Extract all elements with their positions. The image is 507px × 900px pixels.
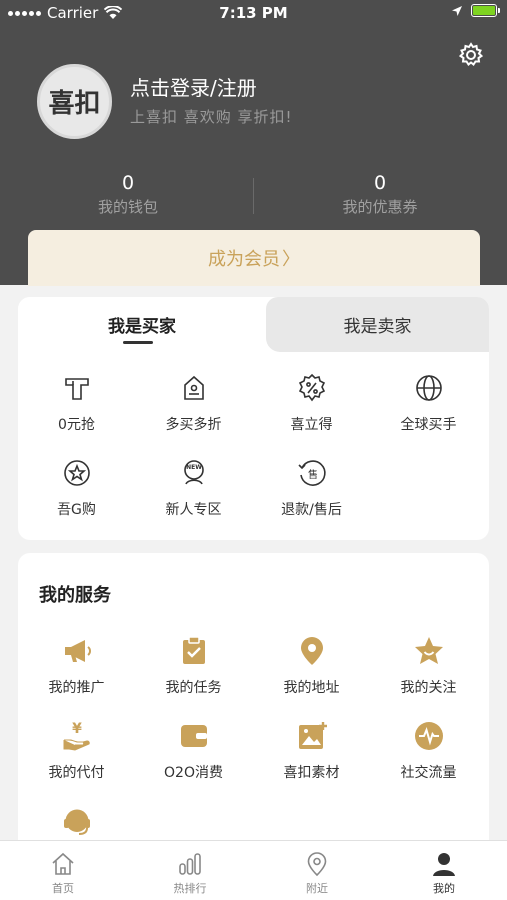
globe-icon [411, 370, 447, 406]
buyer-item-xilide[interactable]: 喜立得 [253, 370, 370, 434]
coupon-label: 我的优惠券 [342, 198, 418, 216]
megaphone-icon [59, 633, 95, 669]
wallet-icon [176, 718, 212, 754]
role-tabs: 我是卖家 我是买家 [18, 297, 489, 352]
buyer-item-label: 多买多折 [165, 417, 222, 433]
percent-badge-icon [294, 370, 330, 406]
bottom-tab-bar: 首页 热排行 附近 我的 [0, 840, 507, 900]
wallet-stat[interactable]: 0 我的钱包 [28, 172, 228, 217]
buyer-item-label: 吾G购 [57, 502, 96, 518]
bar-chart-icon [176, 850, 204, 878]
buyer-item-refund[interactable]: 售 退款/售后 [253, 455, 370, 519]
buyer-card: 我是卖家 我是买家 0元抢 多买多折 喜立得 全球买手 吾G购 NEW 新人专区… [18, 297, 489, 540]
person-icon [430, 850, 458, 878]
service-item-label: 我的关注 [400, 680, 457, 696]
wallet-label: 我的钱包 [97, 198, 158, 216]
settings-gear-icon[interactable] [458, 42, 484, 68]
buyer-item-global-buyer[interactable]: 全球买手 [370, 370, 487, 434]
tab-hot-ranking-label: 热排行 [173, 882, 207, 895]
services-title: 我的服务 [39, 585, 111, 606]
tab-home-label: 首页 [52, 882, 74, 895]
buyer-item-label: 新人专区 [165, 502, 222, 518]
pulse-circle-icon [411, 718, 447, 754]
buyer-item-zero-grab[interactable]: 0元抢 [18, 370, 135, 434]
services-card: 我的服务 我的推广 我的任务 我的地址 我的关注 ¥ 我的代付 O2O消费 喜扣… [18, 553, 489, 853]
service-item-follows[interactable]: 我的关注 [370, 633, 487, 697]
service-item-social-traffic[interactable]: 社交流量 [370, 718, 487, 782]
buyer-item-label: 0元抢 [58, 417, 95, 433]
service-item-label: 喜扣素材 [283, 765, 340, 781]
tab-mine-label: 我的 [433, 882, 455, 895]
image-add-icon [294, 718, 330, 754]
location-arrow-icon [452, 5, 462, 16]
login-register-link[interactable]: 点击登录/注册 [130, 72, 257, 101]
tab-buyer-label: 我是买家 [108, 317, 176, 337]
wallet-value: 0 [121, 172, 135, 194]
zero-price-icon [59, 370, 95, 406]
headset-icon [59, 803, 95, 839]
svg-text:售: 售 [308, 468, 318, 481]
buyer-item-multi-discount[interactable]: 多买多折 [135, 370, 252, 434]
service-item-promotion[interactable]: 我的推广 [18, 633, 135, 697]
buyer-item-label: 全球买手 [400, 417, 457, 433]
member-label: 成为会员 [208, 249, 280, 270]
tab-nearby[interactable]: 附近 [254, 841, 380, 900]
new-user-icon: NEW [176, 455, 212, 491]
tab-mine[interactable]: 我的 [381, 841, 507, 900]
home-icon [49, 850, 77, 878]
location-pin-icon [294, 633, 330, 669]
tab-hot-ranking[interactable]: 热排行 [127, 841, 253, 900]
buyer-item-label: 退款/售后 [281, 502, 342, 518]
service-item-label: 我的地址 [283, 680, 340, 696]
service-item-label: 我的任务 [165, 680, 222, 696]
tab-nearby-label: 附近 [306, 882, 328, 895]
stat-divider [253, 178, 254, 214]
yen-hand-icon: ¥ [59, 718, 95, 754]
service-item-address[interactable]: 我的地址 [253, 633, 370, 697]
buyer-item-new-user[interactable]: NEW 新人专区 [135, 455, 252, 519]
status-time: 7:13 PM [219, 4, 288, 22]
tab-active-indicator [123, 341, 153, 344]
become-member-button[interactable]: 成为会员 〉 [28, 230, 480, 286]
service-item-materials[interactable]: 喜扣素材 [253, 718, 370, 782]
shop-discount-icon [176, 370, 212, 406]
chevron-right-icon: 〉 [282, 249, 300, 270]
service-item-tasks[interactable]: 我的任务 [135, 633, 252, 697]
refund-icon: 售 [294, 455, 330, 491]
service-item-proxy-pay[interactable]: ¥ 我的代付 [18, 718, 135, 782]
service-item-label: O2O消费 [164, 765, 223, 781]
battery-icon [471, 4, 500, 17]
svg-text:NEW: NEW [186, 464, 202, 471]
avatar-logo: 喜扣 [48, 89, 101, 119]
coupon-stat[interactable]: 0 我的优惠券 [280, 172, 480, 217]
service-item-label: 我的代付 [48, 765, 105, 781]
coupon-value: 0 [373, 172, 387, 194]
tab-seller[interactable]: 我是卖家 [266, 297, 489, 352]
avatar[interactable]: 喜扣 [37, 64, 112, 139]
tab-home[interactable]: 首页 [0, 841, 126, 900]
buyer-item-label: 喜立得 [290, 417, 333, 433]
task-clipboard-icon [176, 633, 212, 669]
star-circle-icon [59, 455, 95, 491]
star-smile-icon [411, 633, 447, 669]
service-item-label: 社交流量 [400, 765, 457, 781]
status-bar: Carrier 7:13 PM [0, 0, 507, 28]
buyer-item-wu-g-buy[interactable]: 吾G购 [18, 455, 135, 519]
service-item-o2o[interactable]: O2O消费 [135, 718, 252, 782]
service-item-label: 我的推广 [48, 680, 105, 696]
login-subtitle: 上喜扣 喜欢购 享折扣! [130, 108, 293, 126]
svg-text:¥: ¥ [72, 721, 82, 737]
nearby-pin-icon [303, 850, 331, 878]
